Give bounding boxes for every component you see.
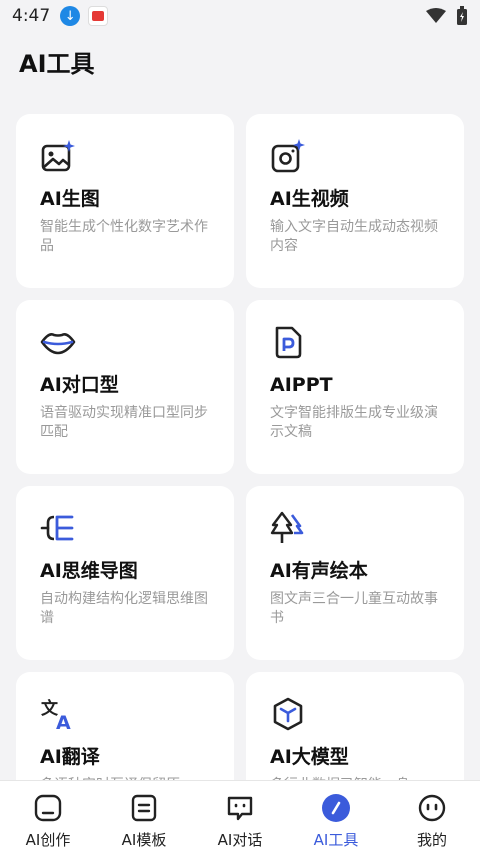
template-icon xyxy=(131,794,157,822)
tab-ai-template[interactable]: AI模板 xyxy=(96,781,192,854)
lips-icon xyxy=(40,333,76,355)
image-sparkle-icon xyxy=(41,140,75,172)
status-time: 4:47 xyxy=(12,6,51,26)
page-title: AI工具 xyxy=(19,50,95,78)
tool-desc: 智能生成个性化数字艺术作品 xyxy=(40,219,208,254)
tools-grid: AI生图 智能生成个性化数字艺术作品 AI生视频 输入文字自动生成动态视频内容 … xyxy=(16,114,464,846)
tool-title: AI大模型 xyxy=(270,746,349,768)
tool-title: AI翻译 xyxy=(40,746,100,768)
tool-desc: 语音驱动实现精准口型同步匹配 xyxy=(40,405,208,440)
tool-card-ai-audiobook[interactable]: AI有声绘本 图文声三合一儿童互动故事书 xyxy=(246,486,464,660)
mindmap-icon xyxy=(40,515,74,541)
tab-label: AI对话 xyxy=(217,831,263,849)
tab-ai-chat[interactable]: AI对话 xyxy=(192,781,288,854)
tab-label: AI工具 xyxy=(313,831,359,849)
tools-icon xyxy=(322,794,350,822)
battery-icon xyxy=(457,6,467,25)
tab-label: 我的 xyxy=(416,831,447,849)
tool-title: AI生图 xyxy=(40,188,100,210)
download-icon: ↓ xyxy=(60,6,81,26)
tool-desc: 输入文字自动生成动态视频内容 xyxy=(270,219,438,254)
bottom-tab-bar: AI创作 AI模板 AI对话 AI工具 我的 xyxy=(0,780,480,854)
tool-card-aippt[interactable]: AIPPT 文字智能排版生成专业级演示文稿 xyxy=(246,300,464,474)
tool-desc: 自动构建结构化逻辑思维图谱 xyxy=(40,591,208,626)
tab-label: AI模板 xyxy=(121,831,167,849)
tree-icon xyxy=(270,511,304,543)
wifi-icon xyxy=(426,8,446,23)
tool-title: AI对口型 xyxy=(40,374,119,396)
tool-desc: 图文声三合一儿童互动故事书 xyxy=(270,591,438,626)
tool-title: AI生视频 xyxy=(270,188,349,210)
tool-card-ai-image[interactable]: AI生图 智能生成个性化数字艺术作品 xyxy=(16,114,234,288)
svg-text:A: A xyxy=(56,712,71,732)
tab-profile[interactable]: 我的 xyxy=(384,781,480,854)
app-notification-icon xyxy=(88,6,109,26)
chat-icon xyxy=(227,796,253,821)
tool-title: AI有声绘本 xyxy=(270,560,368,582)
status-bar: 4:47 ↓ xyxy=(0,0,480,32)
tool-desc: 文字智能排版生成专业级演示文稿 xyxy=(270,405,438,440)
profile-icon xyxy=(418,794,446,822)
tab-ai-tools[interactable]: AI工具 xyxy=(288,781,384,854)
translate-icon: 文 A xyxy=(41,698,71,732)
tool-card-ai-lipsync[interactable]: AI对口型 语音驱动实现精准口型同步匹配 xyxy=(16,300,234,474)
tool-title: AIPPT xyxy=(270,374,333,396)
tool-card-ai-mindmap[interactable]: AI思维导图 自动构建结构化逻辑思维图谱 xyxy=(16,486,234,660)
tool-title: AI思维导图 xyxy=(40,560,138,582)
tab-label: AI创作 xyxy=(25,831,71,849)
cube-icon xyxy=(273,697,303,731)
create-icon xyxy=(34,794,62,822)
video-sparkle-icon xyxy=(271,139,305,173)
tab-ai-create[interactable]: AI创作 xyxy=(0,781,96,854)
tool-card-ai-video[interactable]: AI生视频 输入文字自动生成动态视频内容 xyxy=(246,114,464,288)
ppt-file-icon xyxy=(275,326,302,359)
